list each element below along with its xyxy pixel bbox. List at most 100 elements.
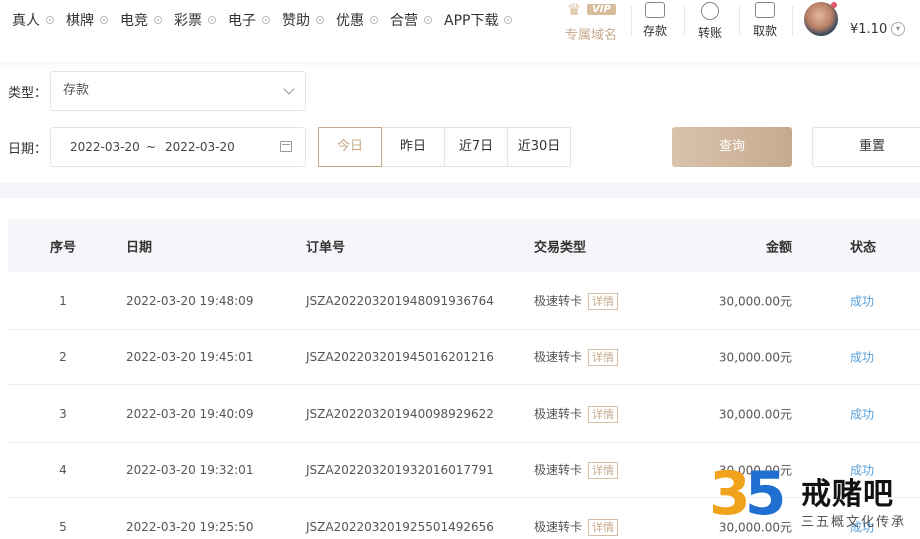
row-order: JSZA202203201932016017791 — [306, 463, 494, 477]
quick-30days-button[interactable]: 近30日 — [508, 127, 571, 167]
row-amount: 30,000.00元 — [718, 407, 792, 421]
detail-button[interactable]: 详情 — [588, 462, 619, 479]
vip-domain-link[interactable]: ♛ VIP 专属域名 — [563, 0, 623, 44]
quick-date-group: 今日 昨日 近7日 近30日 — [318, 127, 571, 167]
row-type: 极速转卡 详情 — [534, 348, 619, 366]
dot-icon — [154, 16, 162, 24]
table-row: 3 2022-03-20 19:40:09 JSZA20220320194009… — [8, 385, 920, 443]
nav-item-live[interactable]: 真人 — [12, 10, 54, 30]
nav-item-sponsor[interactable]: 赞助 — [282, 10, 324, 30]
dot-icon — [262, 16, 270, 24]
section-divider — [0, 183, 920, 198]
query-button[interactable]: 查询 — [672, 127, 792, 167]
row-index: 4 — [59, 463, 67, 477]
dot-icon — [504, 16, 513, 24]
nav-item-chess[interactable]: 棋牌 — [66, 10, 108, 30]
row-date: 2022-03-20 19:45:01 — [126, 350, 254, 364]
vip-label: 专属域名 — [565, 28, 618, 43]
chevron-down-icon — [283, 83, 295, 95]
main-nav: 真人 棋牌 电竞 彩票 电子 赞助 优惠 合营 APP下载 — [12, 10, 524, 30]
row-type: 极速转卡 详情 — [534, 292, 619, 310]
header-type: 交易类型 — [534, 240, 587, 255]
row-type-label: 极速转卡 — [534, 293, 583, 308]
divider — [792, 6, 793, 36]
nav-item-label: 棋牌 — [66, 13, 94, 29]
row-index: 1 — [59, 293, 67, 308]
crown-icon: ♛ — [567, 0, 582, 19]
row-date: 2022-03-20 19:40:09 — [126, 406, 254, 421]
dot-icon — [208, 16, 216, 24]
transfer-button[interactable]: 转账 — [690, 2, 730, 41]
reset-button[interactable]: 重置 — [812, 127, 920, 167]
deposit-button[interactable]: 存款 — [635, 2, 675, 39]
type-select[interactable]: 存款 — [50, 71, 306, 111]
dot-icon — [370, 16, 378, 24]
date-from: 2022-03-20 — [70, 140, 140, 154]
quick-yesterday-button[interactable]: 昨日 — [382, 127, 445, 167]
row-type: 极速转卡 详情 — [534, 405, 619, 423]
row-type-label: 极速转卡 — [534, 519, 583, 534]
dot-icon — [316, 16, 324, 24]
detail-button[interactable]: 详情 — [588, 349, 619, 366]
top-navbar: 真人 棋牌 电竞 彩票 电子 赞助 优惠 合营 APP下载 ♛ VIP 专属域名… — [0, 0, 920, 62]
header-order: 订单号 — [306, 240, 346, 255]
row-index: 2 — [59, 350, 67, 364]
row-date: 2022-03-20 19:48:09 — [126, 293, 254, 308]
withdraw-button[interactable]: 取款 — [745, 2, 785, 39]
row-order: JSZA202203201925501492656 — [306, 519, 494, 534]
watermark-subtitle: 三五概文化传承 — [801, 515, 907, 530]
row-date: 2022-03-20 19:25:50 — [126, 519, 254, 534]
watermark-title: 戒赌吧 — [801, 477, 894, 512]
type-label: 类型： — [8, 86, 48, 101]
table-row: 1 2022-03-20 19:48:09 JSZA20220320194809… — [8, 272, 920, 330]
deposit-label: 存款 — [642, 24, 667, 38]
date-range-picker[interactable]: 2022-03-20 ~ 2022-03-20 — [50, 127, 306, 167]
row-order: JSZA202203201940098929622 — [306, 406, 494, 421]
nav-item-label: APP下载 — [444, 13, 499, 29]
chevron-down-icon[interactable]: ▾ — [891, 22, 905, 36]
detail-button[interactable]: 详情 — [588, 405, 619, 423]
calendar-icon — [280, 141, 292, 152]
vip-badge: VIP — [587, 4, 616, 15]
row-date: 2022-03-20 19:32:01 — [126, 463, 254, 477]
divider — [684, 6, 685, 36]
nav-item-esports[interactable]: 电竞 — [120, 10, 162, 30]
row-type-label: 极速转卡 — [534, 350, 583, 364]
nav-item-lottery[interactable]: 彩票 — [174, 10, 216, 30]
row-order: JSZA202203201945016201216 — [306, 350, 494, 364]
header-index: 序号 — [49, 240, 76, 255]
nav-item-label: 合营 — [390, 13, 418, 29]
header-date: 日期 — [126, 240, 153, 255]
detail-button[interactable]: 详情 — [588, 518, 619, 536]
watermark-logo: 35 戒赌吧 三五概文化传承 — [709, 461, 920, 539]
nav-item-label: 电子 — [228, 13, 256, 29]
row-amount: 30,000.00元 — [718, 294, 792, 308]
nav-item-slots[interactable]: 电子 — [228, 10, 270, 30]
row-amount: 30,000.00元 — [718, 350, 792, 365]
date-label: 日期： — [8, 142, 48, 157]
balance-amount: ¥1.10 — [850, 22, 888, 37]
detail-button[interactable]: 详情 — [588, 292, 619, 310]
quick-today-button[interactable]: 今日 — [318, 127, 382, 167]
date-to: 2022-03-20 — [165, 140, 235, 154]
row-type: 极速转卡 详情 — [534, 518, 619, 536]
table-header: 序号 日期 订单号 交易类型 金额 状态 — [8, 219, 920, 272]
row-status[interactable]: 成功 — [850, 292, 874, 309]
divider — [739, 6, 740, 36]
notification-dot — [831, 2, 837, 8]
nav-item-label: 赞助 — [282, 13, 310, 29]
nav-item-label: 真人 — [12, 13, 40, 29]
divider — [631, 6, 632, 36]
nav-item-label: 优惠 — [336, 13, 364, 29]
row-type: 极速转卡 详情 — [534, 461, 619, 479]
quick-7days-button[interactable]: 近7日 — [445, 127, 508, 167]
card-icon — [755, 2, 775, 18]
nav-item-promo[interactable]: 优惠 — [336, 10, 378, 30]
dot-icon — [100, 16, 108, 24]
row-status[interactable]: 成功 — [850, 405, 874, 422]
nav-item-app[interactable]: APP下载 — [444, 10, 513, 30]
type-select-value: 存款 — [63, 83, 90, 98]
row-status[interactable]: 成功 — [850, 349, 874, 366]
nav-item-partner[interactable]: 合营 — [390, 10, 432, 30]
row-index: 3 — [59, 406, 67, 421]
